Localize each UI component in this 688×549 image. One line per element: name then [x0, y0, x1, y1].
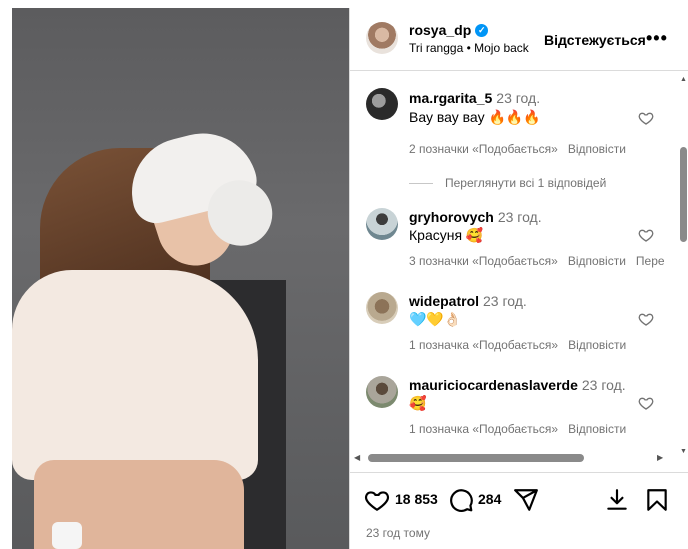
scroll-right-icon[interactable]: ▶: [657, 453, 663, 462]
comment-time[interactable]: 23 год.: [498, 209, 542, 225]
view-replies[interactable]: Переглянути всі 1 відповідей: [409, 176, 606, 190]
comment-meta: 1 позначка «Подобається» Відповісти: [409, 338, 636, 352]
post-header: rosya_dp ✓ Tri rangga • Mojo back Відсте…: [350, 8, 688, 71]
comment-meta: 1 позначка «Подобається» Відповісти: [409, 422, 636, 436]
reply-button[interactable]: Відповісти: [568, 142, 626, 156]
heart-icon[interactable]: [638, 311, 654, 327]
scroll-left-icon[interactable]: ◀: [354, 453, 360, 462]
comment-text: 🥰: [409, 395, 427, 411]
following-button[interactable]: Відстежується: [544, 32, 646, 48]
comment-time[interactable]: 23 год.: [483, 293, 527, 309]
scroll-down-icon[interactable]: ▼: [680, 448, 687, 455]
comment-avatar[interactable]: [366, 292, 398, 324]
more-icon[interactable]: •••: [646, 28, 668, 49]
comments-horizontal-scrollbar[interactable]: ◀ ▶: [350, 452, 678, 464]
post-photo[interactable]: [12, 8, 349, 549]
comment-text: Вау вау вау 🔥🔥🔥: [409, 109, 541, 125]
comment-likes[interactable]: 2 позначки «Подобається»: [409, 142, 558, 156]
reply-button[interactable]: Відповісти: [568, 422, 626, 436]
comment-likes[interactable]: 3 позначки «Подобається»: [409, 254, 558, 268]
view-replies-text[interactable]: Переглянути всі 1 відповідей: [445, 176, 606, 190]
comment-username[interactable]: gryhorovych: [409, 209, 494, 225]
heart-icon[interactable]: [638, 395, 654, 411]
comment-username[interactable]: mauriciocardenaslaverde: [409, 377, 578, 393]
likes-count[interactable]: 18 853: [395, 491, 438, 507]
scroll-up-icon[interactable]: ▲: [680, 76, 687, 83]
comment-header: gryhorovych 23 год.: [409, 209, 542, 225]
author-avatar[interactable]: [366, 22, 398, 54]
author-username[interactable]: rosya_dp ✓: [409, 22, 489, 38]
photo-watch: [52, 522, 82, 549]
translate-button[interactable]: Пере: [636, 254, 665, 268]
comment-text: Красуня 🥰: [409, 227, 484, 243]
reply-button[interactable]: Відповісти: [568, 338, 626, 352]
comment-time[interactable]: 23 год.: [582, 377, 626, 393]
photo-shirt: [12, 270, 258, 480]
comment-time[interactable]: 23 год.: [496, 90, 540, 106]
scroll-thumb[interactable]: [368, 454, 584, 462]
heart-icon[interactable]: [638, 227, 654, 243]
comment-avatar[interactable]: [366, 88, 398, 120]
comment-likes[interactable]: 1 позначка «Подобається»: [409, 422, 558, 436]
share-icon[interactable]: [513, 487, 539, 513]
scroll-thumb[interactable]: [680, 147, 687, 242]
comments-list: ma.rgarita_5 23 год. Вау вау вау 🔥🔥🔥 2 по…: [350, 72, 678, 452]
audio-track[interactable]: Tri rangga • Mojo back: [409, 41, 529, 55]
comment-meta: 3 позначки «Подобається» Відповісти Пере: [409, 254, 675, 268]
comment-avatar[interactable]: [366, 208, 398, 240]
comment-username[interactable]: ma.rgarita_5: [409, 90, 492, 106]
replies-line: [409, 182, 433, 184]
comment-icon[interactable]: [448, 487, 474, 513]
post-side-panel: rosya_dp ✓ Tri rangga • Mojo back Відсте…: [349, 8, 688, 549]
comment-header: widepatrol 23 год.: [409, 293, 527, 309]
like-heart-icon[interactable]: [364, 487, 390, 513]
comment-meta: 2 позначки «Подобається» Відповісти: [409, 142, 636, 156]
comments-vertical-scrollbar[interactable]: ▲ ▼: [678, 72, 688, 460]
comment-likes[interactable]: 1 позначка «Подобається»: [409, 338, 558, 352]
download-icon[interactable]: [604, 487, 630, 513]
comments-count[interactable]: 284: [478, 491, 501, 507]
post-time[interactable]: 23 год тому: [366, 526, 430, 540]
author-username-text[interactable]: rosya_dp: [409, 22, 471, 38]
heart-icon[interactable]: [638, 110, 654, 126]
comment-header: ma.rgarita_5 23 год.: [409, 90, 540, 106]
comment-text: 🩵💛👌🏻: [409, 311, 462, 327]
post-actions: 18 853 284 23 год тому: [350, 472, 688, 549]
save-bookmark-icon[interactable]: [644, 487, 670, 513]
reply-button[interactable]: Відповісти: [568, 254, 626, 268]
verified-badge-icon: ✓: [475, 23, 489, 37]
comment-avatar[interactable]: [366, 376, 398, 408]
comment-header: mauriciocardenaslaverde 23 год.: [409, 377, 626, 393]
comment-username[interactable]: widepatrol: [409, 293, 479, 309]
